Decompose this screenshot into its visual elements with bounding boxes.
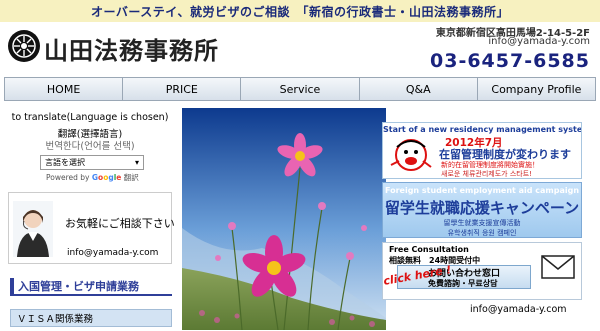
sidebar: to translate(Language is chosen) 翻譯(選擇語言… xyxy=(4,104,176,331)
section-heading-immigration: 入国管理・ビザ申請業務 xyxy=(10,278,172,296)
tagline: オーバーステイ、就労ビザのご相談 「新宿の行政書士・山田法務事務所」 xyxy=(90,4,510,19)
operator-icon xyxy=(13,201,53,257)
student-banner-chinese: 留學生就業支援宣傳活動 xyxy=(443,219,521,227)
top-tagline-bar: オーバーステイ、就労ビザのご相談 「新宿の行政書士・山田法務事務所」 xyxy=(0,0,600,22)
powered-suffix: 翻訳 xyxy=(123,173,139,182)
translate-label-ko: 번역한다(언어를 선택) xyxy=(45,141,135,152)
google-letter: e xyxy=(116,173,122,182)
free-consult-head: Free Consultation xyxy=(389,245,469,254)
phone-number[interactable]: 03-6457-6585 xyxy=(430,50,590,72)
sidebar-item-visa[interactable]: ＶＩＳＡ関係業務 xyxy=(10,309,172,327)
student-banner-head: Foreign student employment aid campaign xyxy=(384,186,580,195)
consult-email: info@yamada-y.com xyxy=(67,248,159,258)
student-banner-korean: 유학생취직 응원 캠페인 xyxy=(447,229,517,237)
nav-qa[interactable]: Q&A xyxy=(360,78,478,100)
logo-icon[interactable] xyxy=(8,30,40,62)
header-email[interactable]: info@yamada-y.com xyxy=(488,36,590,47)
site-header: 山田法務事務所 東京都新宿区高田馬場2-14-5-2F info@yamada-… xyxy=(0,22,600,74)
powered-prefix: Powered by xyxy=(46,173,90,182)
free-consult-banner[interactable]: Free Consultation 相談無料 24時間受付中 お問い合わせ窓口 … xyxy=(382,242,582,300)
student-banner-title: 留学生就職応援キャンペーン xyxy=(384,199,580,217)
residency-banner-head: Start of a new residency management syst… xyxy=(383,125,582,134)
consult-banner[interactable]: お気軽にご相談下さい info@yamada-y.com xyxy=(8,192,175,264)
footer-email[interactable]: info@yamada-y.com xyxy=(470,304,567,315)
translate-label-en: to translate(Language is chosen) xyxy=(11,112,169,123)
student-campaign-banner[interactable]: Foreign student employment aid campaign … xyxy=(382,182,582,238)
envelope-icon xyxy=(541,255,575,279)
nav-home[interactable]: HOME xyxy=(5,78,124,100)
language-select-value: 言語を選択 xyxy=(45,158,85,167)
hero-flower-image xyxy=(182,108,386,330)
contact-window-note: 免費諮詢・무료상담 xyxy=(428,279,498,288)
language-select[interactable]: 言語を選択 ▾ xyxy=(40,155,144,170)
nav-company-profile[interactable]: Company Profile xyxy=(478,78,595,100)
site-title[interactable]: 山田法務事務所 xyxy=(44,31,219,66)
consult-text: お気軽にご相談下さい xyxy=(65,217,175,230)
residency-system-banner[interactable]: Start of a new residency management syst… xyxy=(382,122,582,179)
main-nav: HOME PRICE Service Q&A Company Profile xyxy=(4,77,596,101)
mascot-icon xyxy=(390,139,432,171)
nav-price[interactable]: PRICE xyxy=(123,78,242,100)
residency-banner-korean: 새로운 체류관리제도가 스타트! xyxy=(441,170,532,178)
powered-by-google[interactable]: Powered by Google 翻訳 xyxy=(46,172,139,183)
nav-service[interactable]: Service xyxy=(241,78,360,100)
chevron-down-icon: ▾ xyxy=(134,158,139,167)
